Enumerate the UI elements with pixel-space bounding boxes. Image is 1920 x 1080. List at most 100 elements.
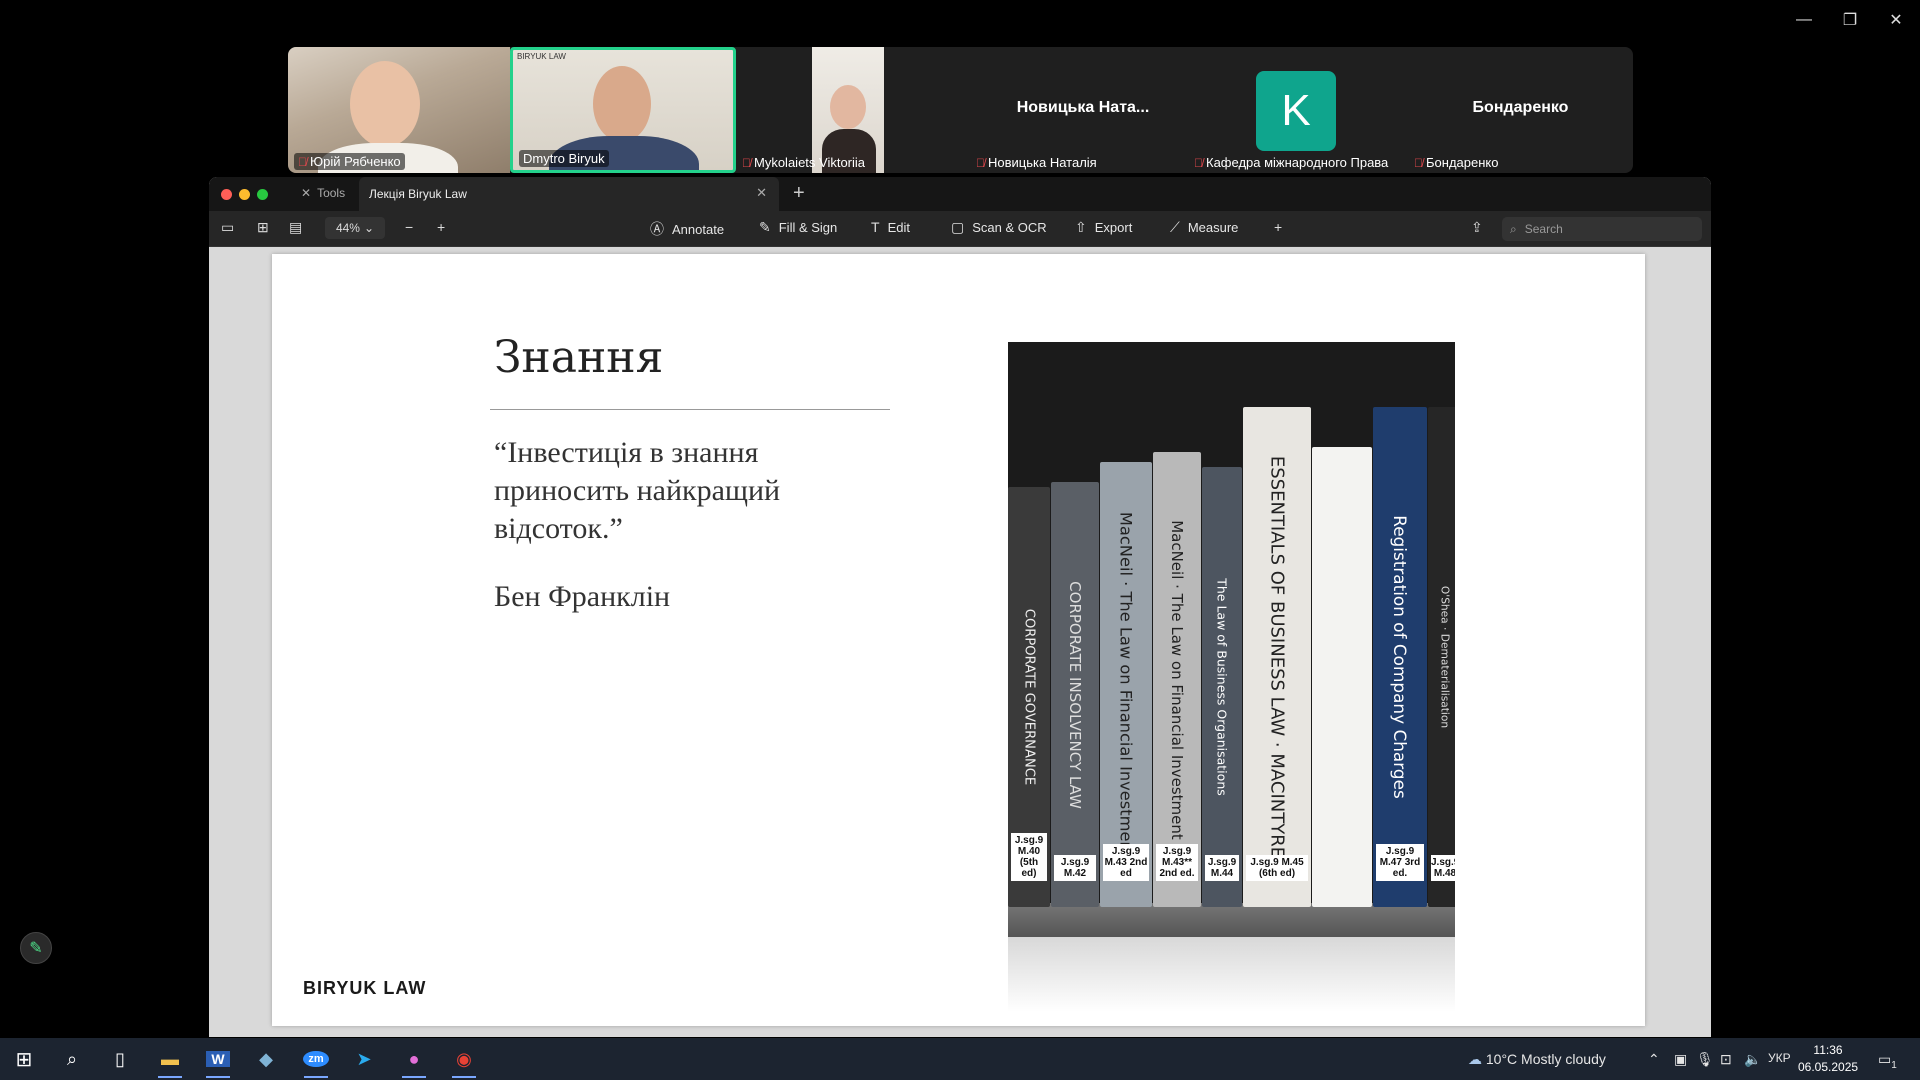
participant-name: 🎙̸ Кафедра міжнародного Права — [1194, 155, 1389, 170]
close-tab-icon[interactable]: ✕ — [756, 185, 767, 201]
slide-author: Бен Франклін — [494, 580, 671, 613]
language-indicator[interactable]: УКР — [1768, 1051, 1791, 1065]
book-spine: MacNeil · The Law on Financial Investmen… — [1153, 452, 1201, 907]
book-title: MacNeil · The Law on Financial Investmen… — [1116, 511, 1136, 858]
chevron-down-icon: ⌄ — [363, 221, 375, 235]
tab-tools[interactable]: ✕ Tools — [301, 186, 345, 200]
participant-name: 🎙̸ Новицька Наталія — [976, 155, 1097, 170]
export-icon: ⇧ — [1075, 219, 1087, 235]
drop-app-button[interactable]: ● — [394, 1044, 434, 1078]
slide-quote: “Інвестиція в знання приносить найкращий… — [494, 436, 781, 545]
book-spine — [1312, 447, 1372, 907]
sidebar-toggle-icon[interactable]: ▭ — [221, 219, 234, 236]
measure-icon: ⟋ — [1170, 219, 1180, 235]
file-explorer-button[interactable]: ▬ — [150, 1044, 190, 1078]
zoom-select[interactable]: 44% ⌄ — [325, 217, 385, 239]
participant-name: Dmytro Biryuk — [519, 150, 609, 167]
telegram-button[interactable]: ➤ — [344, 1044, 384, 1074]
search-icon: ⌕ — [1510, 221, 1517, 236]
word-button[interactable]: W — [198, 1044, 238, 1078]
close-window-dot[interactable] — [221, 189, 232, 200]
slide-brand-logo: BIRYUK LAW — [303, 978, 427, 998]
notifications-button[interactable]: ▭1 — [1878, 1051, 1897, 1071]
book-spine: ESSENTIALS OF BUSINESS LAW · MACINTYRE J.… — [1243, 407, 1311, 907]
chrome-button[interactable]: ◉ — [444, 1044, 484, 1078]
book-title: The Law of Business Organisations — [1214, 578, 1230, 796]
video-badge: BIRYUK LAW — [517, 52, 566, 61]
tab-document-label: Лекція Biryuk Law — [369, 187, 467, 201]
clock[interactable]: 11:36 06.05.2025 — [1798, 1042, 1858, 1076]
taskbar: ⊞ ⌕ ▯ ▬ W ◆ zm ➤ ● ◉ ☁ 10°C Mostly cloud… — [0, 1038, 1920, 1080]
participant-tile[interactable]: 🎙̸ Юрій Рябченко — [288, 47, 510, 173]
photo-reflection — [1008, 937, 1455, 1012]
start-button[interactable]: ⊞ — [4, 1044, 44, 1074]
muted-mic-icon: 🎙̸ — [1414, 155, 1423, 170]
more-tools-button[interactable]: + — [1274, 219, 1282, 235]
minimize-window-dot[interactable] — [239, 189, 250, 200]
date: 06.05.2025 — [1798, 1060, 1859, 1074]
volume-icon[interactable]: 🔈 — [1744, 1051, 1761, 1068]
toolbar: ▭ ⊞ ▤ 44% ⌄ − + Ⓐ Annotate ✎ Fill & Sign TE… — [209, 211, 1711, 247]
participant-display-title: Новицька Ната... — [1016, 99, 1150, 116]
annotate-button[interactable]: Ⓐ Annotate — [650, 219, 724, 239]
zoom-icon: zm — [303, 1051, 329, 1067]
book-title: ESSENTIALS OF BUSINESS LAW · MACINTYRE — [1266, 455, 1288, 859]
microphone-icon[interactable]: 🎙 — [1696, 1051, 1714, 1068]
tab-document[interactable]: Лекція Biryuk Law ✕ — [359, 177, 779, 211]
time: 11:36 — [1813, 1043, 1843, 1057]
meeting-icon[interactable]: ▣ — [1674, 1051, 1687, 1068]
drop-icon: ● — [408, 1048, 420, 1069]
participant-name: 🎙̸ Mykolaiets Viktoriia — [742, 155, 866, 170]
page-view-icon[interactable]: ▤ — [289, 219, 302, 236]
minimize-button[interactable]: — — [1784, 8, 1824, 32]
scan-ocr-button[interactable]: ▢ Scan & OCR — [951, 219, 1047, 236]
annotate-icon: Ⓐ — [650, 221, 664, 237]
annotation-pen-button[interactable]: ✎ — [20, 932, 52, 964]
book-spine: O'Shea · Dematerialisation J.sg.9 M.48 — [1428, 407, 1455, 907]
participant-tile[interactable]: 🎙̸ Mykolaiets Viktoriia — [736, 47, 970, 173]
book-spine: CORPORATE GOVERNANCE J.sg.9 M.40 (5th ed) — [1008, 487, 1050, 907]
share-icon[interactable]: ⇪ — [1471, 219, 1483, 236]
book-spine: Registration of Company Charges J.sg.9 M.… — [1373, 407, 1427, 907]
book-spine: The Law of Business Organisations J.sg.9 … — [1202, 467, 1242, 907]
muted-mic-icon: 🎙̸ — [298, 154, 307, 169]
title-divider — [490, 409, 890, 410]
participant-video — [593, 66, 651, 142]
app-button[interactable]: ◆ — [246, 1044, 286, 1074]
participant-video — [350, 61, 420, 147]
weather-widget[interactable]: ☁ 10°C Mostly cloudy — [1468, 1051, 1606, 1068]
fill-sign-button[interactable]: ✎ Fill & Sign — [759, 219, 837, 236]
participant-tile-active-speaker[interactable]: BIRYUK LAW Dmytro Biryuk — [510, 47, 736, 173]
muted-mic-icon: 🎙̸ — [1194, 155, 1203, 170]
zoom-in-button[interactable]: + — [437, 219, 445, 235]
measure-button[interactable]: ⟋ Measure — [1170, 219, 1238, 236]
pencil-icon: ✎ — [29, 940, 43, 957]
slide-page: Знання “Інвестиція в знання приносить на… — [272, 254, 1645, 1026]
thumbnails-icon[interactable]: ⊞ — [257, 219, 269, 236]
slide-title: Знання — [494, 332, 664, 383]
network-icon[interactable]: ⊡ — [1720, 1051, 1732, 1068]
search-input[interactable]: ⌕ Search — [1502, 217, 1702, 241]
book-title: MacNeil · The Law on Financial Investmen… — [1168, 519, 1186, 840]
zoom-out-button[interactable]: − — [405, 219, 413, 235]
tray-chevron-icon[interactable]: ⌃ — [1648, 1051, 1660, 1068]
close-button[interactable]: ✕ — [1876, 8, 1916, 32]
edit-button[interactable]: T Edit — [871, 219, 910, 235]
fill-sign-icon: ✎ — [759, 219, 771, 235]
zoom-window-dot[interactable] — [257, 189, 268, 200]
restore-button[interactable]: ❐ — [1830, 8, 1870, 32]
book-title: O'Shea · Dematerialisation — [1438, 585, 1452, 729]
task-view-button[interactable]: ▯ — [100, 1044, 140, 1074]
book-title: CORPORATE GOVERNANCE — [1021, 608, 1037, 786]
zoom-app-button[interactable]: zm — [296, 1044, 336, 1078]
export-button[interactable]: ⇧ Export — [1075, 219, 1132, 236]
cloud-icon: ☁ — [1468, 1051, 1482, 1067]
new-tab-button[interactable]: + — [793, 182, 805, 205]
book-title: Registration of Company Charges — [1390, 515, 1410, 799]
participant-tile[interactable]: Бондаренко 🎙̸ Бондаренко — [1408, 47, 1633, 173]
book-spine: MacNeil · The Law on Financial Investmen… — [1100, 462, 1152, 907]
participant-tile[interactable]: Новицька Ната... 🎙̸ Новицька Наталія — [970, 47, 1196, 173]
participant-name: 🎙̸ Бондаренко — [1414, 155, 1499, 170]
search-button[interactable]: ⌕ — [52, 1044, 92, 1074]
book-call-number: J.sg.9 M.40 (5th ed) — [1011, 833, 1047, 881]
